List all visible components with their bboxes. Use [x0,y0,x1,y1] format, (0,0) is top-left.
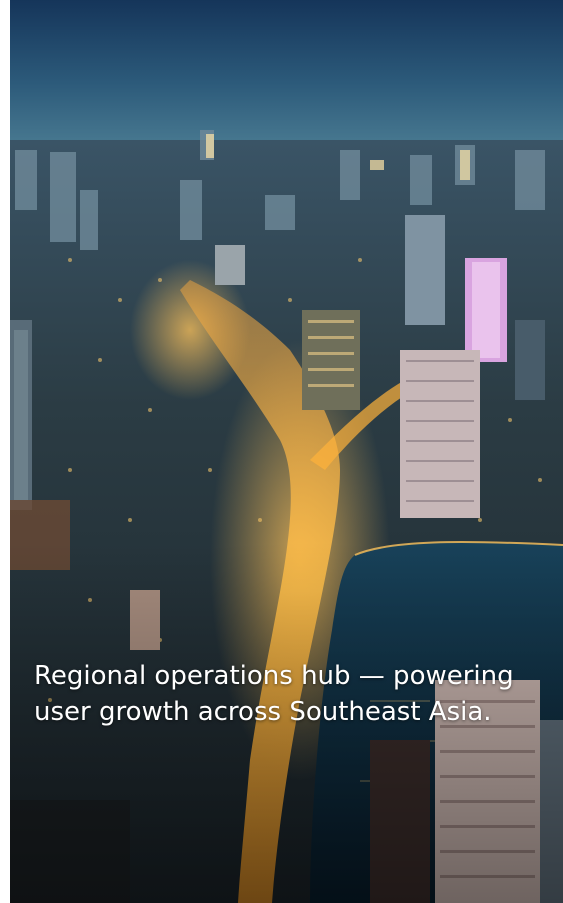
hero-image [10,0,563,903]
hero-caption: Regional operations hub — powering user … [34,661,514,727]
hero-panel: Regional operations hub — powering user … [10,0,563,903]
